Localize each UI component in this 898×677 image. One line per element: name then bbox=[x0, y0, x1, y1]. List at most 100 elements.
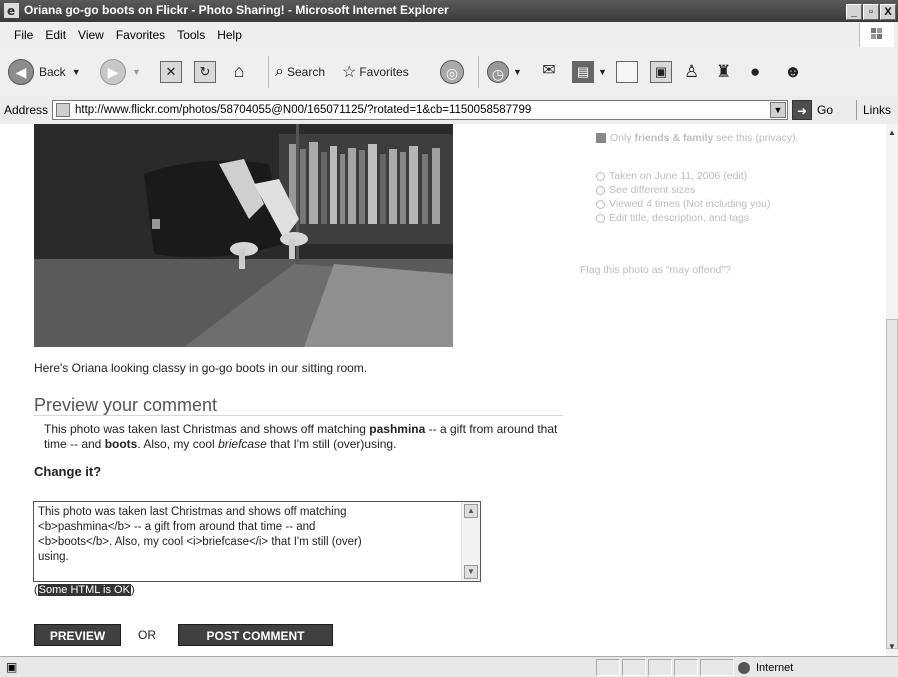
messenger-button[interactable]: ♜ bbox=[716, 56, 731, 88]
zone-label: Internet bbox=[756, 661, 794, 674]
comment-line-3: <b>boots</b>. Also, my cool <i>briefcase… bbox=[38, 536, 362, 548]
go-button[interactable]: ➜ Go bbox=[792, 100, 833, 120]
page-scrollbar[interactable]: ▲ ▼ bbox=[886, 124, 898, 656]
research-icon: ♙ bbox=[684, 62, 700, 81]
maximize-button[interactable]: ▫ bbox=[863, 4, 879, 20]
preview-text-1: This photo was taken last Christmas and … bbox=[44, 422, 370, 436]
different-sizes-link[interactable]: See different sizes bbox=[596, 184, 695, 196]
menu-file[interactable]: File bbox=[8, 22, 39, 48]
close-button[interactable]: X bbox=[880, 4, 896, 20]
comment-line-4: using. bbox=[38, 551, 69, 563]
comment-line-2: <b>pashmina</b> -- a gift from around th… bbox=[38, 521, 316, 533]
preview-button[interactable]: PREVIEW bbox=[34, 624, 121, 646]
html-ok-close: ) bbox=[130, 584, 135, 596]
home-button[interactable]: ⌂ bbox=[228, 56, 250, 88]
scroll-down-icon[interactable]: ▼ bbox=[886, 640, 898, 654]
chat-button[interactable]: ● bbox=[750, 56, 760, 88]
comment-line-1: This photo was taken last Christmas and … bbox=[38, 506, 347, 518]
links-button[interactable]: Links bbox=[856, 100, 891, 120]
edit-details-link[interactable]: Edit title, description, and tags bbox=[596, 212, 749, 224]
comment-textarea[interactable]: This photo was taken last Christmas and … bbox=[33, 501, 481, 582]
research-button[interactable]: ♙ bbox=[684, 56, 699, 88]
media-button[interactable]: ◎ bbox=[440, 56, 464, 88]
search-label: Search bbox=[286, 65, 325, 79]
back-button[interactable]: ◀ Back ▼ bbox=[8, 56, 81, 88]
title-bar: e Oriana go-go boots on Flickr - Photo S… bbox=[0, 0, 898, 22]
svg-text:e: e bbox=[7, 4, 15, 18]
favorites-label: Favorites bbox=[359, 65, 409, 79]
mail-icon: ✉ bbox=[542, 62, 556, 79]
status-pane bbox=[622, 659, 646, 676]
bullet-icon bbox=[596, 199, 605, 209]
preview-italic-1: briefcase bbox=[218, 437, 267, 451]
discuss-button[interactable]: ▣ bbox=[650, 56, 672, 88]
scroll-up-icon[interactable]: ▲ bbox=[886, 126, 898, 140]
standard-toolbar: ◀ Back ▼ ▶ ▼ ✕ ↻ ⌂ ⌕ Search ☆ Favorites … bbox=[0, 48, 898, 97]
messenger-icon: ♜ bbox=[716, 62, 732, 81]
photo-image[interactable] bbox=[34, 124, 453, 347]
history-icon: ◷ bbox=[487, 61, 509, 83]
people-button[interactable]: ☻ bbox=[784, 56, 802, 88]
post-comment-button[interactable]: POST COMMENT bbox=[178, 624, 333, 646]
menu-edit[interactable]: Edit bbox=[39, 22, 72, 48]
chevron-down-icon: ▼ bbox=[513, 67, 522, 77]
bullet-icon bbox=[596, 213, 605, 223]
page-content: Here's Oriana looking classy in go-go bo… bbox=[0, 124, 886, 656]
media-icon: ◎ bbox=[440, 60, 464, 84]
menu-tools[interactable]: Tools bbox=[171, 22, 211, 48]
discuss-icon: ▣ bbox=[650, 61, 672, 83]
viewed-line: Viewed 4 times (Not including you) bbox=[596, 198, 770, 210]
globe-icon bbox=[738, 661, 750, 674]
preview-text-3: . Also, my cool bbox=[137, 437, 219, 451]
privacy-line: Only friends & family see this (privacy)… bbox=[596, 132, 799, 144]
menu-help[interactable]: Help bbox=[211, 22, 248, 48]
window-title: Oriana go-go boots on Flickr - Photo Sha… bbox=[24, 3, 449, 17]
bullet-icon bbox=[596, 185, 605, 195]
status-bar: ▣ Internet bbox=[0, 656, 898, 677]
comment-text: This photo was taken last Christmas and … bbox=[38, 505, 458, 565]
scroll-down-icon[interactable]: ▼ bbox=[464, 565, 478, 579]
ie-logo-icon: e bbox=[4, 3, 19, 18]
stop-button[interactable]: ✕ bbox=[160, 56, 182, 88]
taken-on-line[interactable]: Taken on June 11, 2006 (edit) bbox=[596, 170, 747, 182]
edit-button[interactable] bbox=[616, 56, 638, 88]
textarea-scrollbar[interactable]: ▲ ▼ bbox=[461, 502, 480, 581]
star-icon: ☆ bbox=[342, 64, 357, 81]
minimize-button[interactable]: _ bbox=[846, 4, 862, 20]
menu-view[interactable]: View bbox=[72, 22, 110, 48]
favorites-button[interactable]: ☆ Favorites bbox=[342, 56, 409, 88]
mail-button[interactable]: ✉ bbox=[538, 56, 560, 88]
photo-image-art bbox=[34, 124, 453, 347]
privacy-link[interactable]: see this (privacy). bbox=[713, 132, 798, 144]
status-pane bbox=[700, 659, 734, 676]
security-zone: Internet bbox=[738, 659, 878, 676]
back-label: Back bbox=[39, 65, 66, 79]
windows-logo-icon bbox=[859, 23, 894, 47]
viewed-text: Viewed 4 times (Not including you) bbox=[609, 198, 771, 210]
or-label: OR bbox=[138, 628, 156, 642]
scrollbar-thumb[interactable] bbox=[886, 319, 898, 649]
print-button[interactable]: ▤ ▼ bbox=[572, 56, 607, 88]
html-ok-link[interactable]: Some HTML is OK bbox=[37, 584, 131, 596]
forward-button[interactable]: ▶ ▼ bbox=[100, 56, 141, 88]
flag-photo-link[interactable]: Flag this photo as "may offend"? bbox=[580, 264, 731, 276]
people-icon: ☻ bbox=[784, 62, 802, 81]
scroll-up-icon[interactable]: ▲ bbox=[464, 504, 478, 518]
back-arrow-icon: ◀ bbox=[8, 59, 34, 85]
menu-bar: File Edit View Favorites Tools Help bbox=[0, 22, 898, 49]
preview-text-4: that I'm still (over)using. bbox=[266, 437, 397, 451]
search-button[interactable]: ⌕ Search bbox=[268, 56, 325, 88]
chevron-down-icon: ▼ bbox=[598, 67, 607, 77]
menu-favorites[interactable]: Favorites bbox=[110, 22, 171, 48]
chevron-down-icon[interactable]: ▼ bbox=[770, 102, 786, 118]
page-status-icon: ▣ bbox=[6, 660, 18, 674]
bullet-icon bbox=[596, 171, 605, 181]
edit-details-text: Edit title, description, and tags bbox=[609, 212, 750, 224]
refresh-button[interactable]: ↻ bbox=[194, 56, 216, 88]
lock-icon bbox=[596, 133, 606, 144]
different-sizes-text: See different sizes bbox=[609, 184, 696, 196]
stop-icon: ✕ bbox=[160, 61, 182, 83]
address-input[interactable]: http://www.flickr.com/photos/58704055@N0… bbox=[52, 100, 788, 120]
taken-on-text: Taken on June 11, 2006 (edit) bbox=[609, 170, 748, 182]
history-button[interactable]: ◷ ▼ bbox=[478, 56, 522, 88]
